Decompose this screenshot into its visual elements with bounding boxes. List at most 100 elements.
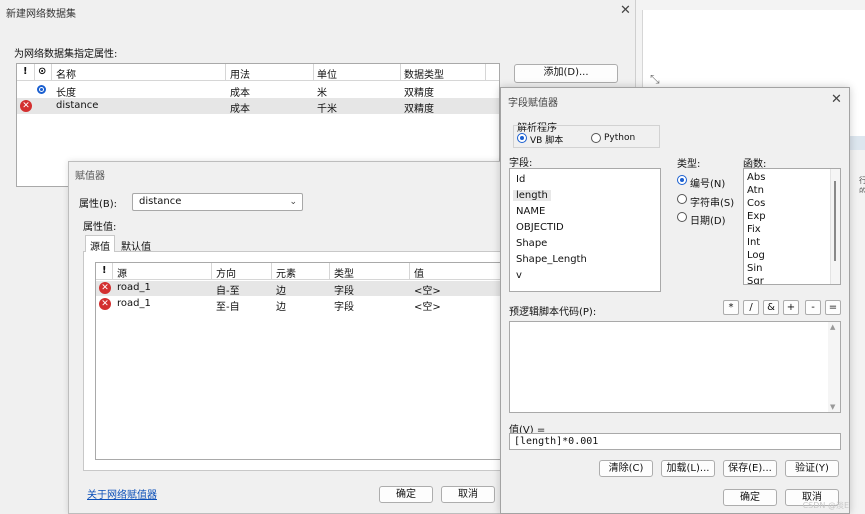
evaluators-dialog: 赋值器 属性(B): distance ⌄ 属性值: 源值 默认值 ! 源 方向… [68, 161, 515, 514]
type-date-label: 日期(D) [690, 216, 726, 227]
row-direction: 至-自 [216, 302, 240, 313]
cancel-button[interactable]: 取消 [441, 486, 495, 503]
function-item[interactable]: Exp [747, 211, 766, 222]
row-usage: 成本 [230, 88, 250, 99]
prompt-label: 为网络数据集指定属性: [14, 49, 118, 60]
watermark: CSDN @淡E [802, 501, 849, 510]
row-element: 边 [276, 286, 286, 297]
table-row[interactable]: ✕ road_1 自-至 边 字段 <空> [96, 281, 514, 297]
col-source[interactable]: 源 [117, 265, 127, 280]
background-snippet: 行的 [859, 176, 865, 193]
add-button[interactable]: 添加(D)... [514, 64, 618, 83]
resize-grip-icon: ⤡ [650, 72, 660, 86]
field-item[interactable]: OBJECTID [516, 222, 564, 233]
function-item[interactable]: Sqr [747, 276, 764, 284]
vbscript-radio[interactable] [517, 133, 527, 143]
function-item[interactable]: Sin [747, 263, 762, 274]
close-icon[interactable]: ✕ [620, 4, 631, 17]
clear-button[interactable]: 清除(C) [599, 460, 653, 477]
operator-equals-button[interactable]: = [825, 300, 841, 315]
verify-button[interactable]: 验证(Y) [785, 460, 839, 477]
tab-default-values[interactable]: 默认值 [117, 236, 155, 255]
type-number-radio[interactable] [677, 175, 687, 185]
row-type: 字段 [334, 286, 354, 297]
row-datatype: 双精度 [404, 88, 434, 99]
field-item[interactable]: Id [516, 174, 525, 185]
field-item[interactable]: v [516, 270, 522, 281]
table-header: ! ⊙ 名称 用法 单位 数据类型 [17, 64, 499, 81]
field-item[interactable]: Shape_Length [516, 254, 587, 265]
dialog-title: 新建网络数据集 [6, 9, 76, 20]
close-icon[interactable]: ✕ [831, 93, 842, 106]
table-row[interactable]: 长度 成本 米 双精度 [17, 82, 499, 99]
operator-minus-button[interactable]: - [805, 300, 821, 315]
row-direction: 自-至 [216, 286, 240, 297]
type-date-radio[interactable] [677, 212, 687, 222]
error-icon: ✕ [20, 100, 32, 112]
function-item[interactable]: Fix [747, 224, 761, 235]
tab-source-values[interactable]: 源值 [85, 235, 115, 253]
function-item[interactable]: Atn [747, 185, 764, 196]
row-name: distance [56, 100, 99, 111]
col-name[interactable]: 名称 [56, 66, 76, 81]
row-usage: 成本 [230, 104, 250, 115]
default-attribute-icon [37, 85, 46, 94]
table-header: ! 源 方向 元素 类型 值 [96, 263, 514, 280]
col-element[interactable]: 元素 [276, 265, 296, 280]
table-row[interactable]: ✕ road_1 至-自 边 字段 <空> [96, 297, 514, 313]
col-type[interactable]: 类型 [334, 265, 354, 280]
functions-list: Abs Atn Cos Exp Fix Int Log Sin Sqr [743, 168, 841, 285]
col-default: ⊙ [38, 66, 47, 77]
prelogic-scrollbar[interactable]: ▲ ▼ [828, 322, 840, 412]
col-datatype[interactable]: 数据类型 [404, 66, 444, 81]
operator-divide-button[interactable]: / [743, 300, 759, 315]
function-item[interactable]: Cos [747, 198, 765, 209]
property-label: 属性(B): [79, 199, 118, 210]
function-item[interactable]: Int [747, 237, 760, 248]
function-item[interactable]: Log [747, 250, 765, 261]
error-icon: ✕ [99, 282, 111, 294]
col-unit[interactable]: 单位 [317, 66, 337, 81]
col-status: ! [23, 66, 28, 77]
type-string-radio[interactable] [677, 194, 687, 204]
error-icon: ✕ [99, 298, 111, 310]
col-status: ! [102, 265, 107, 276]
type-string-label: 字符串(S) [690, 198, 735, 209]
operator-plus-button[interactable]: + [783, 300, 799, 315]
col-direction[interactable]: 方向 [216, 265, 236, 280]
function-item[interactable]: Abs [747, 172, 765, 183]
ok-button[interactable]: 确定 [379, 486, 433, 503]
python-radio[interactable] [591, 133, 601, 143]
row-element: 边 [276, 302, 286, 313]
prelogic-label: 预逻辑脚本代码(P): [509, 307, 597, 318]
operator-concat-button[interactable]: & [763, 300, 779, 315]
operator-multiply-button[interactable]: * [723, 300, 739, 315]
col-value[interactable]: 值 [414, 265, 424, 280]
python-label: Python [604, 133, 636, 143]
col-usage[interactable]: 用法 [230, 66, 250, 81]
table-row[interactable]: ✕ distance 成本 千米 双精度 [17, 98, 499, 115]
type-number-label: 编号(N) [690, 179, 726, 190]
dialog-title: 字段赋值器 [508, 98, 558, 109]
row-source: road_1 [117, 282, 151, 293]
field-item[interactable]: Shape [516, 238, 547, 249]
row-datatype: 双精度 [404, 104, 434, 115]
value-expression-input[interactable]: [length]*0.001 [509, 433, 841, 450]
field-item[interactable]: length [513, 190, 551, 201]
property-select[interactable]: distance ⌄ [132, 193, 303, 211]
scrollbar-thumb[interactable] [834, 181, 836, 261]
source-values-table: ! 源 方向 元素 类型 值 ✕ road_1 自-至 边 字段 <空> ✕ r… [95, 262, 515, 460]
load-button[interactable]: 加载(L)... [661, 460, 715, 477]
save-button[interactable]: 保存(E)... [723, 460, 777, 477]
row-value: <空> [414, 302, 441, 313]
row-source: road_1 [117, 298, 151, 309]
functions-scrollbar[interactable] [830, 169, 840, 284]
scroll-down-icon[interactable]: ▼ [830, 403, 835, 411]
prelogic-code-area[interactable]: ▲ ▼ [509, 321, 841, 413]
dialog-title: 赋值器 [75, 171, 105, 182]
type-label: 类型: [677, 159, 701, 170]
field-item[interactable]: NAME [516, 206, 545, 217]
about-evaluators-link[interactable]: 关于网络赋值器 [87, 486, 157, 501]
ok-button[interactable]: 确定 [723, 489, 777, 506]
scroll-up-icon[interactable]: ▲ [830, 323, 835, 331]
